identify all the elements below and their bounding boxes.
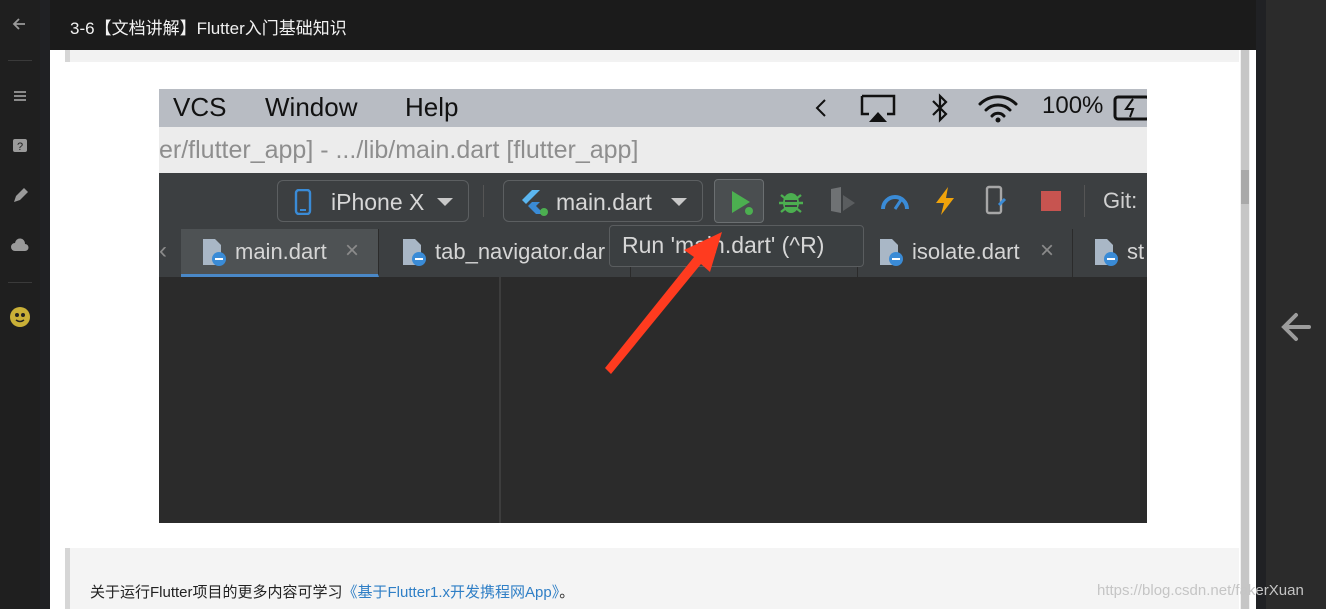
menu-icon[interactable]: [10, 86, 30, 106]
svg-text:?: ?: [17, 141, 23, 153]
course-link[interactable]: 《基于Flutter1.x开发携程网App》: [343, 584, 560, 601]
top-note-strip: [65, 50, 1239, 62]
note-block: 关于运行Flutter项目的更多内容可学习《基于Flutter1.x开发携程网A…: [65, 548, 1239, 609]
top-bar: 3-6【文档讲解】Flutter入门基础知识: [50, 0, 1256, 50]
scrollbar-track: [1241, 50, 1249, 609]
scrollbar[interactable]: [1240, 50, 1250, 609]
page-title: 3-6【文档讲解】Flutter入门基础知识: [70, 19, 347, 38]
note-suffix: 。: [559, 584, 575, 601]
scrollbar-thumb[interactable]: [1241, 170, 1249, 204]
watermark: https://blog.csdn.net/fakerXuan: [1097, 582, 1304, 599]
embedded-screenshot: VCS Window Help 100% er/flutter_app] - .…: [159, 89, 1147, 523]
left-rail: ?: [0, 0, 40, 609]
article-page: VCS Window Help 100% er/flutter_app] - .…: [50, 50, 1256, 609]
note-text: 关于运行Flutter项目的更多内容可学习《基于Flutter1.x开发携程网A…: [90, 581, 574, 602]
back-arrow-icon[interactable]: [10, 14, 30, 34]
rail-divider: [8, 60, 32, 61]
avatar[interactable]: [9, 306, 31, 328]
note-prefix: 关于运行Flutter项目的更多内容可学习: [90, 584, 343, 601]
annotation-arrow: [605, 232, 722, 374]
quote-border: [65, 50, 70, 62]
help-icon[interactable]: ?: [10, 136, 30, 156]
rail-divider: [8, 282, 32, 283]
pencil-icon[interactable]: [10, 186, 30, 206]
right-panel: [1266, 0, 1326, 609]
back-arrow-icon[interactable]: [1279, 309, 1313, 345]
cloud-icon[interactable]: [10, 236, 30, 256]
